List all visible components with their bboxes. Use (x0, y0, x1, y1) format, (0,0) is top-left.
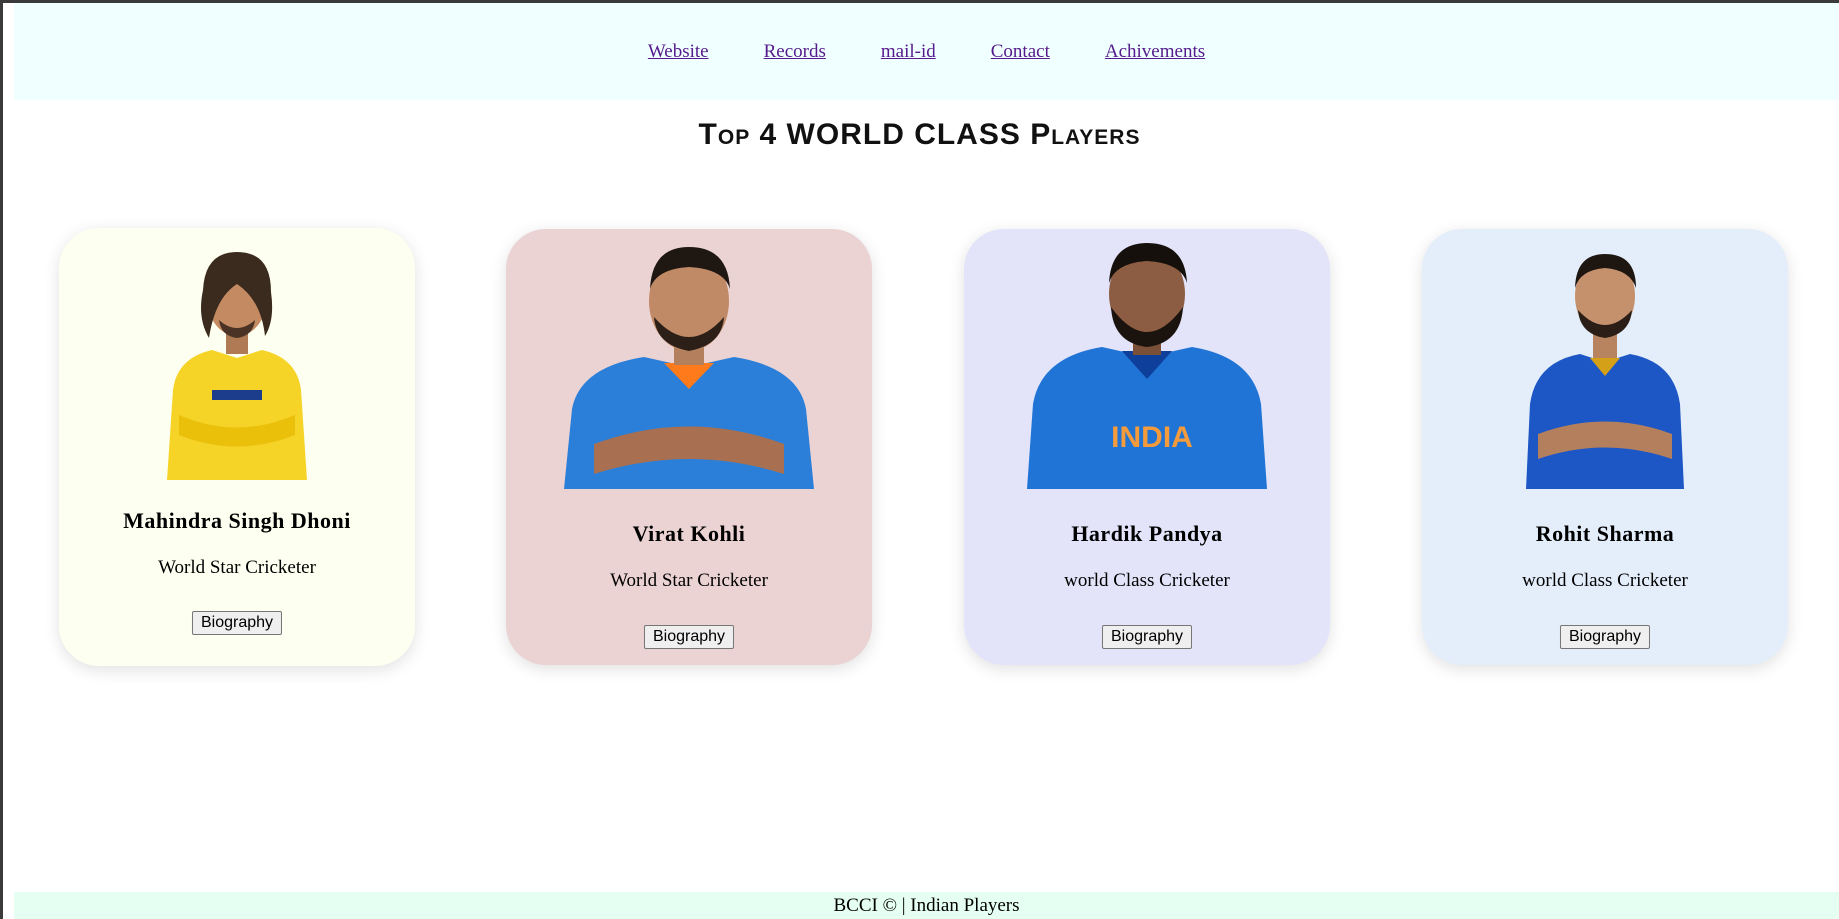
player-role: world Class Cricketer (1522, 570, 1688, 591)
player-photo (564, 247, 814, 489)
svg-text:INDIA: INDIA (1111, 421, 1193, 454)
footer: BCCI © | Indian Players (14, 892, 1839, 919)
player-role: World Star Cricketer (610, 570, 768, 591)
player-card-sharma: Rohit Sharma world Class Cricketer Biogr… (1422, 229, 1788, 665)
player-role: world Class Cricketer (1064, 570, 1230, 591)
player-name: Mahindra Singh Dhoni (123, 508, 351, 533)
player-name: Rohit Sharma (1535, 521, 1675, 546)
player-photo (1526, 254, 1684, 489)
biography-button[interactable]: Biography (191, 611, 283, 635)
player-name: Virat Kohli (632, 521, 746, 546)
player-card-dhoni: Mahindra Singh Dhoni World Star Crickete… (59, 228, 415, 666)
nav-links: Website Records mail-id Contact Achiveme… (14, 3, 1839, 100)
nav-link-achievements[interactable]: Achivements (1105, 41, 1205, 63)
nav-link-records[interactable]: Records (764, 41, 826, 63)
biography-button[interactable]: Biography (643, 625, 735, 649)
nav-link-website[interactable]: Website (648, 41, 709, 63)
nav-link-mail-id[interactable]: mail-id (881, 41, 936, 63)
player-photo (167, 252, 307, 480)
player-photo: INDIA (1027, 243, 1267, 489)
player-name: Hardik Pandya (1071, 521, 1223, 546)
page-title: Top 4 WORLD CLASS Players (698, 118, 1141, 151)
biography-button[interactable]: Biography (1101, 625, 1193, 649)
player-card-pandya: INDIA Hardik Pandya world Class Crickete… (964, 229, 1330, 665)
player-card-kohli: Virat Kohli World Star Cricketer Biograp… (506, 229, 872, 665)
player-role: World Star Cricketer (158, 557, 316, 578)
navbar: Website Records mail-id Contact Achiveme… (14, 3, 1839, 100)
biography-button[interactable]: Biography (1559, 625, 1651, 649)
nav-link-contact[interactable]: Contact (991, 41, 1050, 63)
